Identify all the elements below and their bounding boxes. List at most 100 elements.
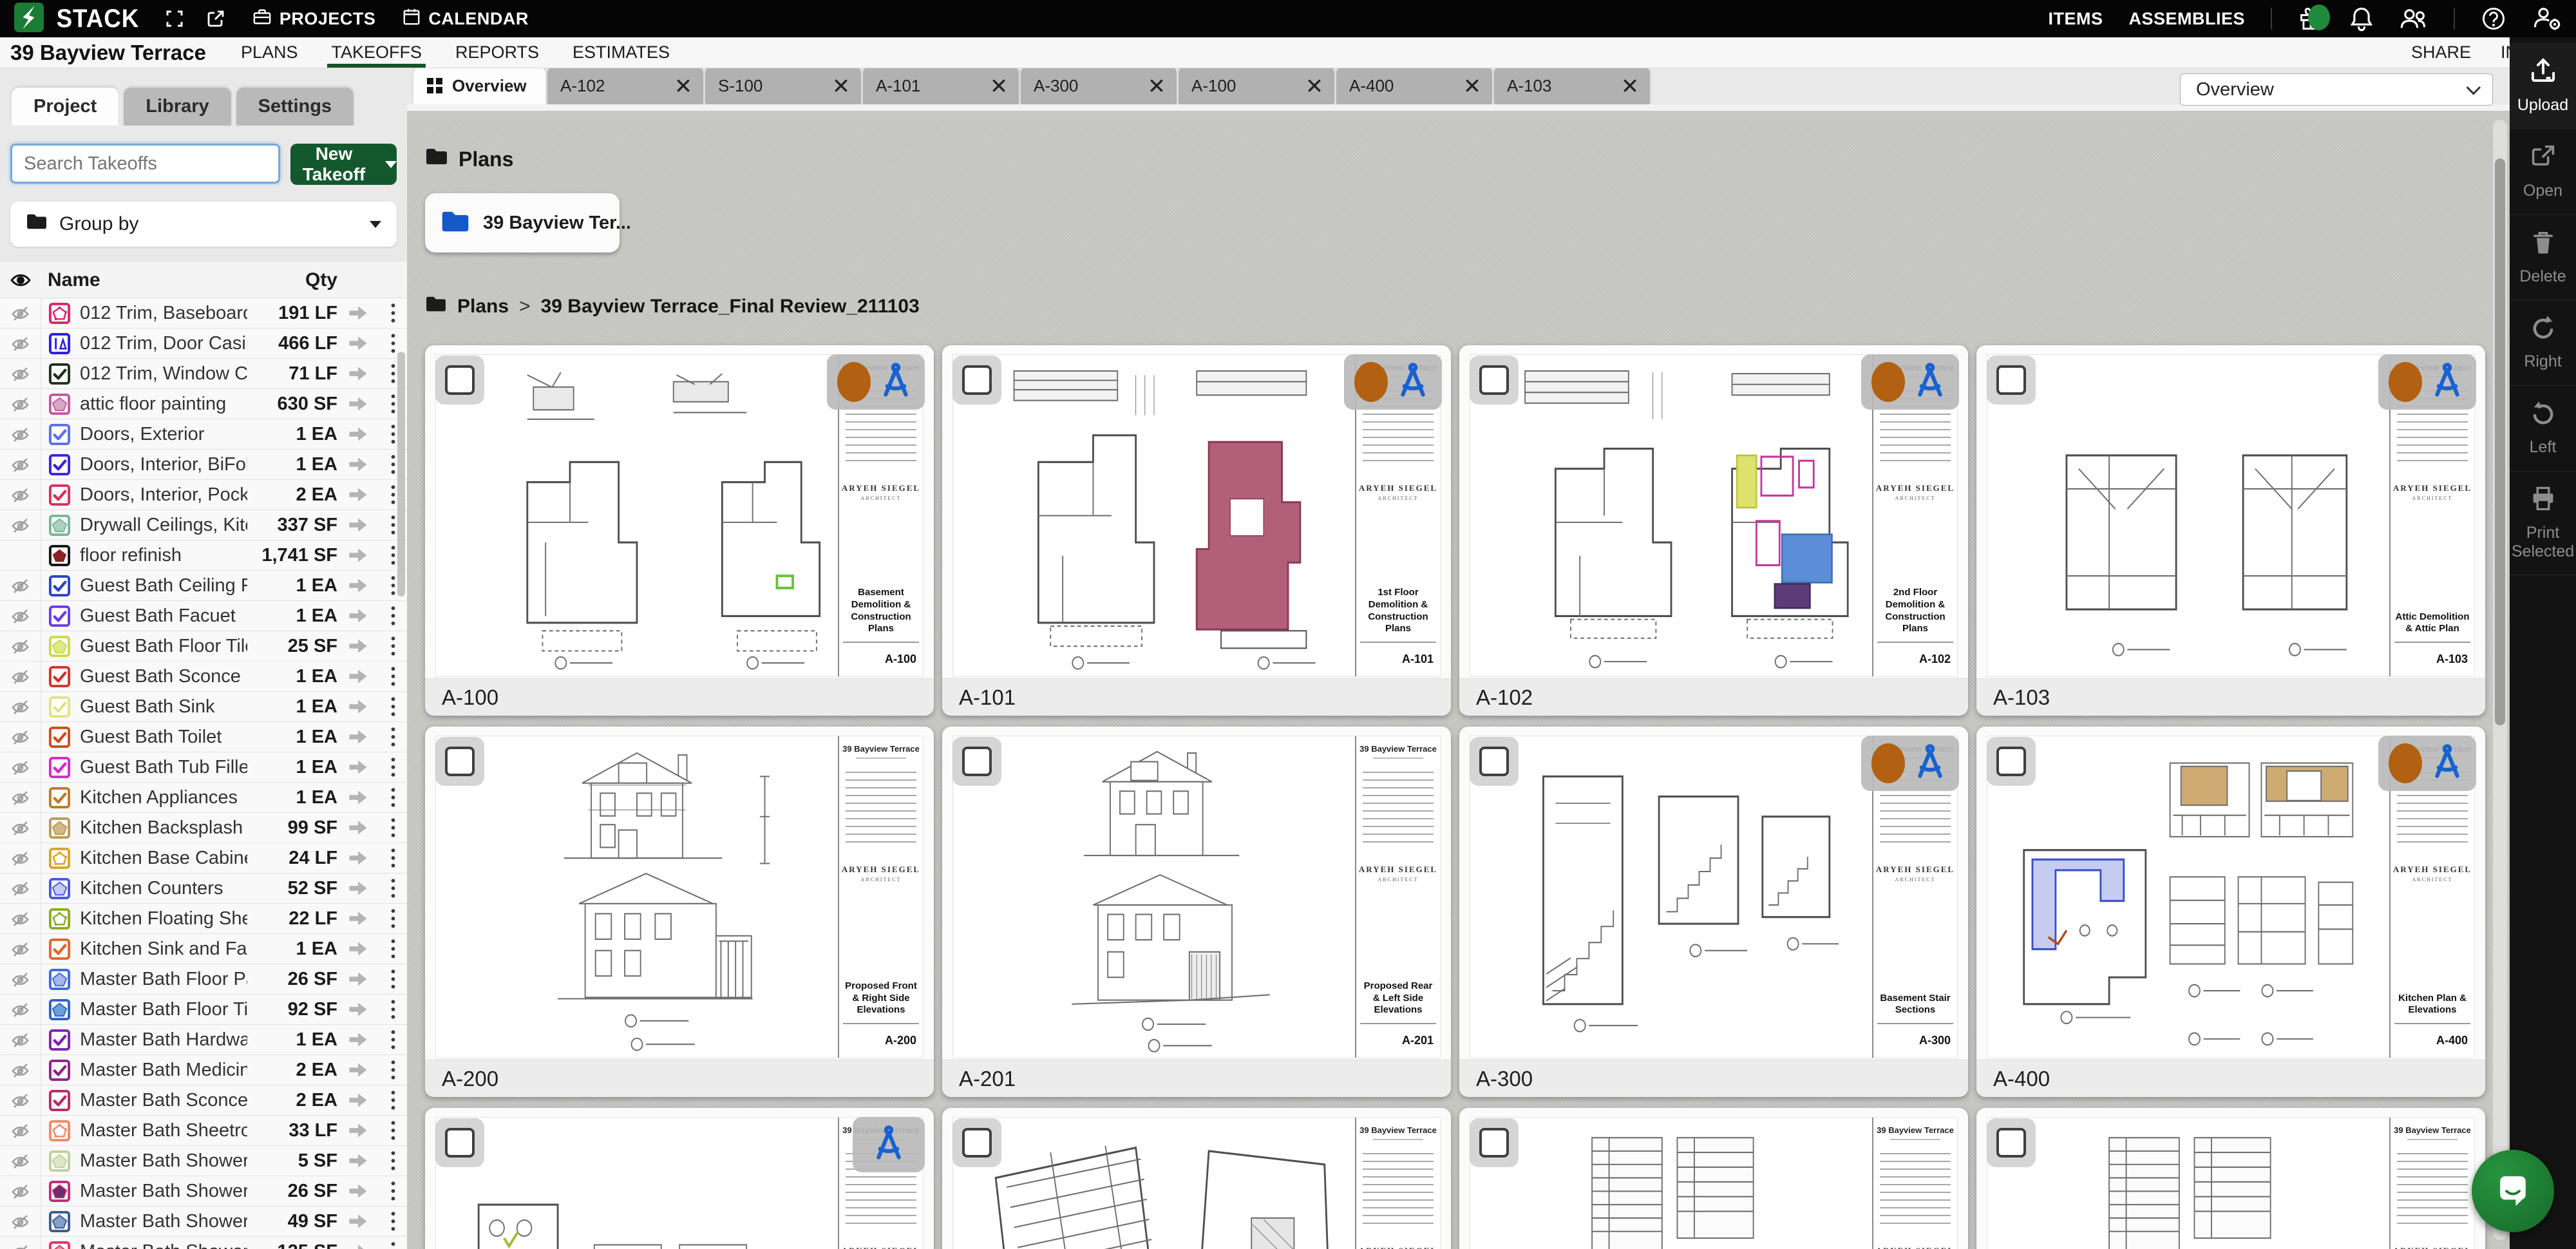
takeoff-row[interactable]: Drywall Ceilings, Kitche... 337 SF: [0, 510, 407, 540]
row-menu-kebab-icon[interactable]: [379, 333, 407, 354]
project-tab-plans[interactable]: PLANS: [241, 37, 298, 68]
project-tab-estimates[interactable]: ESTIMATES: [573, 37, 670, 68]
takeoff-row[interactable]: Doors, Exterior 1 EA: [0, 419, 407, 450]
row-menu-kebab-icon[interactable]: [379, 303, 407, 323]
plan-card-A-100[interactable]: 39 Bayview Terrace ARYEH SIEGEL ARCHITEC…: [425, 345, 934, 716]
visibility-eye-off-icon[interactable]: [0, 298, 41, 328]
row-menu-kebab-icon[interactable]: [379, 1181, 407, 1201]
row-menu-kebab-icon[interactable]: [379, 999, 407, 1020]
plan-tab-a-102[interactable]: A-102: [547, 67, 703, 104]
visibility-eye-off-icon[interactable]: [0, 752, 41, 782]
goto-takeoff-arrow-icon[interactable]: [337, 849, 379, 867]
visibility-eye-off-icon[interactable]: [0, 419, 41, 449]
plan-folder-card[interactable]: 39 Bayview Ter...: [425, 193, 620, 253]
select-plan-checkbox[interactable]: [1987, 737, 2036, 786]
visibility-eye-off-icon[interactable]: [0, 692, 41, 721]
takeoff-row[interactable]: Doors, Interior, BiFold 1 EA: [0, 450, 407, 480]
visibility-eye-off-icon[interactable]: [0, 934, 41, 964]
plan-tab-s-100[interactable]: S-100: [705, 67, 861, 104]
plan-card-A-200[interactable]: 39 Bayview Terrace ARYEH SIEGEL ARCHITEC…: [425, 727, 934, 1097]
plan-tab-a-400[interactable]: A-400: [1336, 67, 1492, 104]
sidebar-tab-settings[interactable]: Settings: [236, 88, 354, 126]
goto-takeoff-arrow-icon[interactable]: [337, 879, 379, 897]
help-icon[interactable]: [2481, 6, 2506, 32]
goto-takeoff-arrow-icon[interactable]: [337, 304, 379, 322]
goto-takeoff-arrow-icon[interactable]: [337, 1061, 379, 1079]
goto-takeoff-arrow-icon[interactable]: [337, 910, 379, 928]
takeoff-row[interactable]: Guest Bath Ceiling Fan 1 EA: [0, 571, 407, 601]
visibility-eye-off-icon[interactable]: [0, 1085, 41, 1115]
plan-tab-a-100[interactable]: A-100: [1179, 67, 1334, 104]
takeoff-row[interactable]: attic floor painting 630 SF: [0, 389, 407, 419]
takeoff-row[interactable]: Master Bath Shower W... 125 SF: [0, 1237, 407, 1249]
takeoff-row[interactable]: Master Bath Sconces 2 EA: [0, 1085, 407, 1116]
takeoff-row[interactable]: Guest Bath Toilet 1 EA: [0, 722, 407, 752]
sidebar-tab-project[interactable]: Project: [12, 88, 118, 126]
visibility-eye-off-icon[interactable]: [0, 1237, 41, 1249]
row-menu-kebab-icon[interactable]: [379, 817, 407, 838]
sidebar-tab-library[interactable]: Library: [124, 88, 231, 126]
toolbar-upload-button[interactable]: Upload: [2510, 43, 2576, 129]
row-menu-kebab-icon[interactable]: [379, 666, 407, 687]
plan-card-electrical[interactable]: 39 Bayview Terrace ARYEH SIEGEL ARCHITEC…: [1459, 1108, 1968, 1249]
goto-takeoff-arrow-icon[interactable]: [337, 637, 379, 655]
visibility-eye-off-icon[interactable]: [0, 450, 41, 479]
plan-card-A-102[interactable]: 39 Bayview Terrace ARYEH SIEGEL ARCHITEC…: [1459, 345, 1968, 716]
goto-takeoff-arrow-icon[interactable]: [337, 1121, 379, 1139]
select-plan-checkbox[interactable]: [952, 1118, 1001, 1167]
row-menu-kebab-icon[interactable]: [379, 1090, 407, 1111]
nav-projects[interactable]: PROJECTS: [252, 8, 376, 30]
goto-takeoff-arrow-icon[interactable]: [337, 1243, 379, 1249]
goto-takeoff-arrow-icon[interactable]: [337, 486, 379, 504]
goto-takeoff-arrow-icon[interactable]: [337, 365, 379, 383]
goto-takeoff-arrow-icon[interactable]: [337, 788, 379, 806]
visibility-eye-off-icon[interactable]: [0, 540, 41, 570]
select-plan-checkbox[interactable]: [1987, 356, 2036, 405]
select-plan-checkbox[interactable]: [1470, 737, 1519, 786]
plan-card-A-300[interactable]: 39 Bayview Terrace ARYEH SIEGEL ARCHITEC…: [1459, 727, 1968, 1097]
takeoff-row[interactable]: Master Bath Floor Tile 92 SF: [0, 995, 407, 1025]
toolbar-rotate-right-button[interactable]: Right: [2510, 300, 2576, 386]
row-menu-kebab-icon[interactable]: [379, 605, 407, 626]
visibility-eye-off-icon[interactable]: [0, 1116, 41, 1145]
workspace-scrollbar-thumb[interactable]: [2495, 158, 2505, 725]
takeoff-row[interactable]: 012 Trim, Door Casing 466 LF: [0, 329, 407, 359]
external-link-icon[interactable]: [206, 9, 225, 28]
plan-card-bath[interactable]: 39 Bayview Terrace ARYEH SIEGEL ARCHITEC…: [425, 1108, 934, 1249]
close-tab-icon[interactable]: [1623, 79, 1637, 93]
plan-card-A-101[interactable]: 39 Bayview Terrace ARYEH SIEGEL ARCHITEC…: [942, 345, 1451, 716]
visibility-eye-off-icon[interactable]: [0, 813, 41, 843]
row-menu-kebab-icon[interactable]: [379, 939, 407, 959]
select-plan-checkbox[interactable]: [952, 737, 1001, 786]
takeoff-row[interactable]: 012 Trim, Window Casing 71 LF: [0, 359, 407, 389]
takeoff-row[interactable]: Master Bath Sheetrock ... 33 LF: [0, 1116, 407, 1146]
select-plan-checkbox[interactable]: [952, 356, 1001, 405]
select-plan-checkbox[interactable]: [1987, 1118, 2036, 1167]
user-settings-icon[interactable]: [2532, 6, 2562, 32]
sidebar-scrollbar[interactable]: [397, 352, 405, 596]
select-plan-checkbox[interactable]: [435, 1118, 484, 1167]
group-by-select[interactable]: Group by: [10, 202, 397, 247]
row-menu-kebab-icon[interactable]: [379, 1150, 407, 1171]
row-menu-kebab-icon[interactable]: [379, 696, 407, 717]
goto-takeoff-arrow-icon[interactable]: [337, 940, 379, 958]
visibility-eye-off-icon[interactable]: [0, 1055, 41, 1085]
visibility-eye-off-icon[interactable]: [0, 964, 41, 994]
goto-takeoff-arrow-icon[interactable]: [337, 1152, 379, 1170]
goto-takeoff-arrow-icon[interactable]: [337, 728, 379, 746]
visibility-eye-off-icon[interactable]: [0, 1025, 41, 1054]
row-menu-kebab-icon[interactable]: [379, 848, 407, 868]
page-select-dropdown[interactable]: Overview: [2180, 73, 2493, 106]
project-tab-reports[interactable]: REPORTS: [455, 37, 539, 68]
visibility-eye-off-icon[interactable]: [0, 1206, 41, 1236]
visibility-eye-off-icon[interactable]: [0, 480, 41, 510]
goto-takeoff-arrow-icon[interactable]: [337, 819, 379, 837]
plan-card-A-400[interactable]: 39 Bayview Terrace ARYEH SIEGEL ARCHITEC…: [1976, 727, 2485, 1097]
plan-card-A-201[interactable]: 39 Bayview Terrace ARYEH SIEGEL ARCHITEC…: [942, 727, 1451, 1097]
takeoff-row[interactable]: Guest Bath Facuet 1 EA: [0, 601, 407, 631]
share-button[interactable]: SHARE: [2411, 43, 2471, 62]
toggle-all-visibility-eye-icon[interactable]: [0, 269, 41, 291]
visibility-eye-off-icon[interactable]: [0, 510, 41, 540]
goto-takeoff-arrow-icon[interactable]: [337, 1031, 379, 1049]
goto-takeoff-arrow-icon[interactable]: [337, 667, 379, 685]
